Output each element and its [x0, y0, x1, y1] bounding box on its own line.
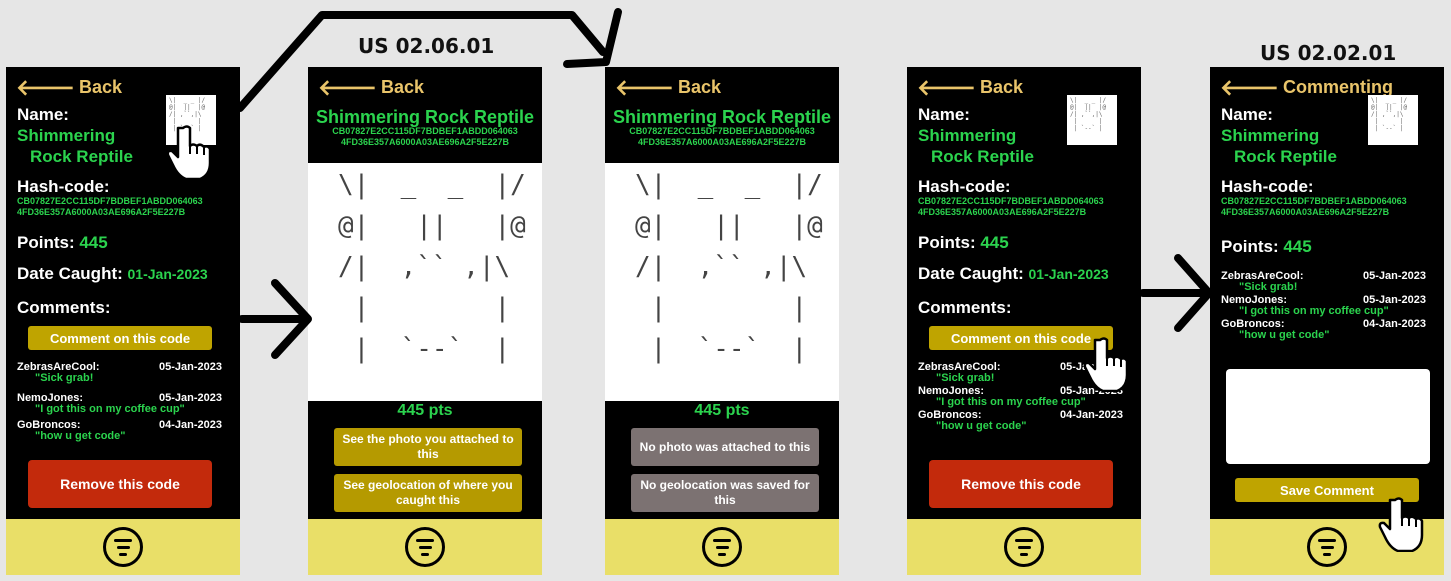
flow-arrows: [236, 8, 1213, 359]
pointer-hand-icon: [1378, 497, 1424, 552]
pointer-hand-icon: [166, 125, 212, 180]
flow-arrow-icon: [1139, 254, 1213, 332]
flow-arrow-icon: [236, 8, 622, 112]
flow-arrow-icon: [238, 279, 312, 359]
pointer-hand-icon: [1083, 337, 1129, 392]
